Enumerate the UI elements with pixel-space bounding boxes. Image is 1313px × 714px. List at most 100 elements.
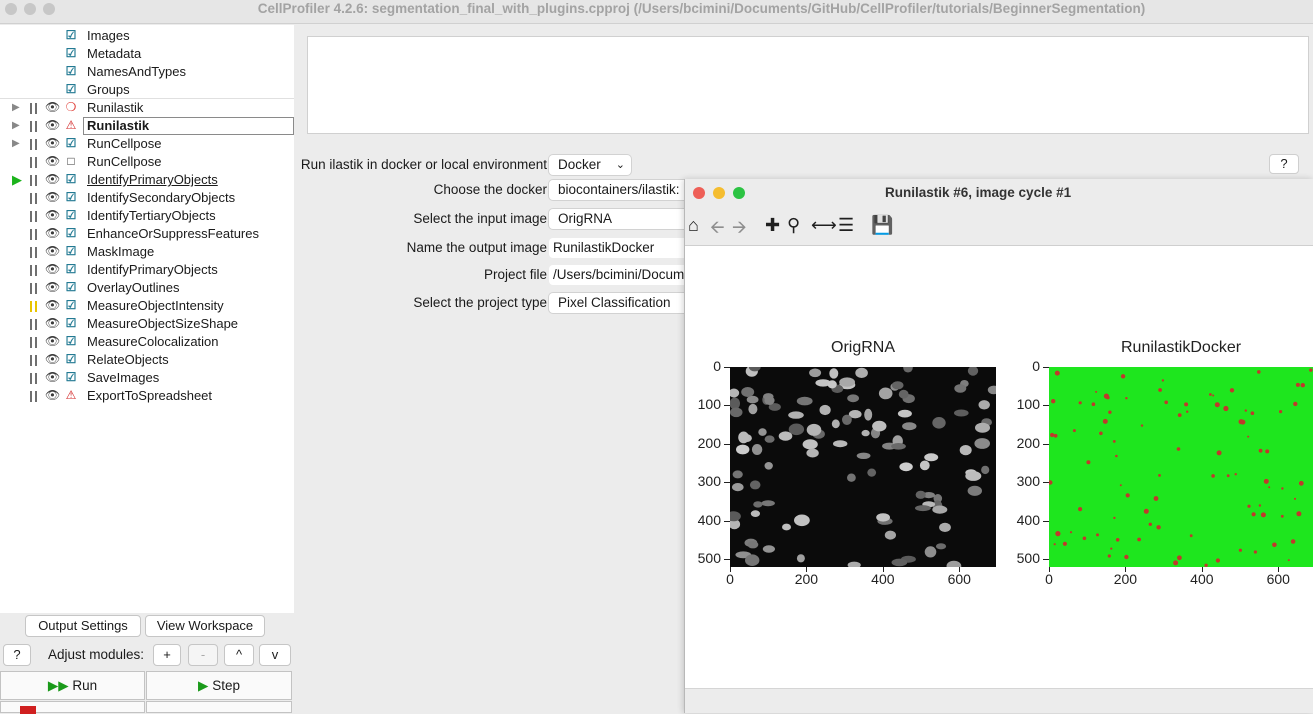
figure-canvas[interactable]: OrigRNA 0 100 200 300 400 500 0 200 400 600 Runil… (685, 247, 1313, 688)
check-icon[interactable]: ☑ (64, 136, 78, 150)
step-button[interactable]: ▶ Step (146, 671, 292, 700)
measure-icon[interactable]: ⟷ (811, 215, 837, 236)
pipeline-module-row[interactable]: 👁 ☑ RelateObjects (0, 351, 294, 369)
pipeline-module-row[interactable]: 👁 ☑ IdentifyTertiaryObjects (0, 207, 294, 225)
pause-toggle-icon[interactable] (30, 301, 38, 312)
figure-close-button[interactable] (693, 187, 705, 199)
pipeline-module-row[interactable]: 👁 ☑ MaskImage (0, 243, 294, 261)
pipeline-module-row[interactable]: 👁 ☑ IdentifyPrimaryObjects (0, 261, 294, 279)
move-module-up-button[interactable]: ^ (224, 644, 254, 666)
pause-toggle-icon[interactable] (30, 157, 38, 168)
pipeline-module-row[interactable]: 👁 ☑ OverlayOutlines (0, 279, 294, 297)
pause-toggle-icon[interactable] (30, 193, 38, 204)
warning-icon[interactable]: ⚠ (64, 118, 78, 132)
pipeline-module-row[interactable]: ▶ 👁 ⚠ Runilastik (0, 117, 294, 135)
module-help-button[interactable]: ? (1269, 154, 1299, 174)
check-icon[interactable]: ☑ (64, 190, 78, 204)
pan-icon[interactable]: ✚ (765, 215, 780, 236)
eye-icon[interactable]: 👁 (45, 226, 60, 240)
check-icon[interactable]: ☑ (64, 244, 78, 258)
expand-arrow-icon[interactable]: ▶ (12, 138, 20, 149)
pipeline-module-row[interactable]: 👁 ☑ IdentifySecondaryObjects (0, 189, 294, 207)
check-icon[interactable]: ☑ (64, 352, 78, 366)
pause-toggle-icon[interactable] (30, 337, 38, 348)
square-icon[interactable]: □ (64, 154, 78, 168)
input-module-row[interactable]: ☑ NamesAndTypes (0, 63, 294, 81)
eye-icon[interactable]: 👁 (45, 334, 60, 348)
expand-arrow-icon[interactable]: ▶ (12, 120, 20, 131)
pause-toggle-icon[interactable] (30, 103, 38, 114)
pause-toggle-icon[interactable] (30, 283, 38, 294)
pipeline-module-row[interactable]: 👁 ☑ MeasureObjectSizeShape (0, 315, 294, 333)
pipeline-module-row[interactable]: 👁 ☑ MeasureObjectIntensity (0, 297, 294, 315)
home-icon[interactable]: ⌂ (688, 215, 699, 236)
check-icon[interactable]: ☑ (64, 172, 78, 186)
save-figure-icon[interactable]: 💾 (871, 215, 893, 236)
pause-toggle-icon[interactable] (30, 121, 38, 132)
figure-zoom-button[interactable] (733, 187, 745, 199)
eye-icon[interactable]: 👁 (45, 100, 60, 114)
remove-module-button[interactable]: - (188, 644, 218, 666)
input-module-row[interactable]: ☑ Images (0, 27, 294, 45)
warning-icon[interactable]: ⚠ (64, 388, 78, 402)
output-settings-button[interactable]: Output Settings (25, 615, 141, 637)
eye-icon[interactable]: 👁 (45, 370, 60, 384)
input-module-row[interactable]: ☑ Groups (0, 81, 294, 99)
forward-arrow-icon[interactable]: 🡪 (732, 215, 747, 245)
eye-icon[interactable]: 👁 (45, 244, 60, 258)
pause-toggle-icon[interactable] (30, 355, 38, 366)
check-icon[interactable]: ☑ (64, 298, 78, 312)
pause-toggle-icon[interactable] (30, 175, 38, 186)
stop-button[interactable] (0, 701, 145, 714)
eye-icon[interactable]: 👁 (45, 316, 60, 330)
move-module-down-button[interactable]: v (259, 644, 291, 666)
pause-toggle-icon[interactable] (30, 391, 38, 402)
expand-arrow-icon[interactable]: ▶ (12, 102, 20, 113)
pipeline-module-row[interactable]: 👁 ☑ MeasureColocalization (0, 333, 294, 351)
pause-toggle-icon[interactable] (30, 265, 38, 276)
pause-toggle-icon[interactable] (30, 139, 38, 150)
eye-icon[interactable]: 👁 (45, 262, 60, 276)
module-notes-field[interactable] (307, 36, 1309, 134)
check-icon[interactable]: ☑ (64, 262, 78, 276)
pause-toggle-icon[interactable] (30, 229, 38, 240)
add-module-button[interactable]: + (153, 644, 181, 666)
pipeline-module-row[interactable]: 👁 □ RunCellpose (0, 153, 294, 171)
pause-toggle-icon[interactable] (30, 373, 38, 384)
check-icon[interactable]: ☑ (64, 316, 78, 330)
back-arrow-icon[interactable]: 🡨 (710, 215, 725, 245)
pipeline-module-row[interactable]: ▶ 👁 ❍ Runilastik (0, 99, 294, 117)
run-button[interactable]: ▶▶ Run (0, 671, 145, 700)
pipeline-module-row[interactable]: 👁 ☑ EnhanceOrSuppressFeatures (0, 225, 294, 243)
error-icon[interactable]: ❍ (64, 100, 78, 114)
eye-icon[interactable]: 👁 (45, 298, 60, 312)
eye-icon[interactable]: 👁 (45, 136, 60, 150)
check-icon[interactable]: ☑ (64, 208, 78, 222)
view-workspace-button[interactable]: View Workspace (145, 615, 265, 637)
pause-button[interactable] (146, 701, 292, 713)
eye-icon[interactable]: 👁 (45, 154, 60, 168)
check-icon[interactable]: ☑ (64, 280, 78, 294)
eye-icon[interactable]: 👁 (45, 280, 60, 294)
pause-toggle-icon[interactable] (30, 211, 38, 222)
pipeline-module-row[interactable]: ▶ 👁 ☑ RunCellpose (0, 135, 294, 153)
eye-icon[interactable]: 👁 (45, 172, 60, 186)
check-icon[interactable]: ☑ (64, 226, 78, 240)
pause-toggle-icon[interactable] (30, 319, 38, 330)
check-icon[interactable]: ☑ (64, 370, 78, 384)
eye-icon[interactable]: 👁 (45, 208, 60, 222)
configure-subplots-icon[interactable]: ☰ (838, 215, 854, 236)
pipeline-module-row[interactable]: 👁 ☑ SaveImages (0, 369, 294, 387)
zoom-icon[interactable]: ⚲ (787, 215, 800, 236)
pause-toggle-icon[interactable] (30, 247, 38, 258)
pipeline-module-row[interactable]: ▶ 👁 ☑ IdentifyPrimaryObjects (0, 171, 294, 189)
help-button[interactable]: ? (3, 644, 31, 666)
input-module-row[interactable]: ☑ Metadata (0, 45, 294, 63)
pipeline-module-row[interactable]: 👁 ⚠ ExportToSpreadsheet (0, 387, 294, 405)
eye-icon[interactable]: 👁 (45, 352, 60, 366)
setting-dropdown[interactable]: Docker ⌄ (549, 155, 631, 175)
check-icon[interactable]: ☑ (64, 334, 78, 348)
eye-icon[interactable]: 👁 (45, 388, 60, 402)
figure-minimize-button[interactable] (713, 187, 725, 199)
eye-icon[interactable]: 👁 (45, 118, 60, 132)
